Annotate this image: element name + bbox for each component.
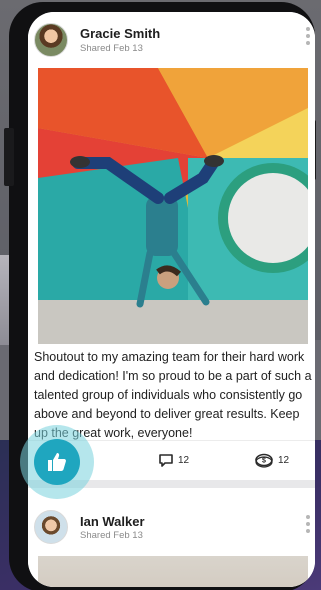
coin-share-icon: $	[255, 453, 273, 468]
post-author-name[interactable]: Gracie Smith	[80, 26, 160, 41]
feed-post: Gracie Smith Shared Feb 13 Shoutout to m…	[28, 12, 315, 480]
share-button[interactable]: $ 12	[254, 453, 289, 468]
phone-screen: Gracie Smith Shared Feb 13 Shoutout to m…	[28, 12, 315, 587]
comment-count: 12	[178, 455, 190, 466]
more-vertical-icon[interactable]	[305, 27, 311, 49]
comment-button[interactable]: 12	[158, 453, 189, 468]
post-date: Shared Feb 13	[80, 43, 143, 54]
like-button[interactable]	[34, 439, 80, 485]
thumbs-up-icon	[48, 453, 66, 471]
post-photo[interactable]	[38, 556, 308, 587]
share-count: 12	[278, 455, 290, 466]
svg-text:$: $	[262, 458, 266, 465]
comment-bubble-icon	[159, 454, 173, 467]
post-caption: Shoutout to my amazing team for their ha…	[34, 350, 312, 440]
post-author-name[interactable]: Ian Walker	[80, 514, 145, 529]
feed-post: Ian Walker Shared Feb 13	[28, 488, 315, 587]
post-photo[interactable]	[38, 68, 308, 344]
handstand-illustration	[38, 68, 308, 344]
post-date: Shared Feb 13	[80, 530, 143, 541]
avatar[interactable]	[34, 23, 68, 57]
avatar[interactable]	[34, 510, 68, 544]
more-vertical-icon[interactable]	[305, 515, 311, 537]
